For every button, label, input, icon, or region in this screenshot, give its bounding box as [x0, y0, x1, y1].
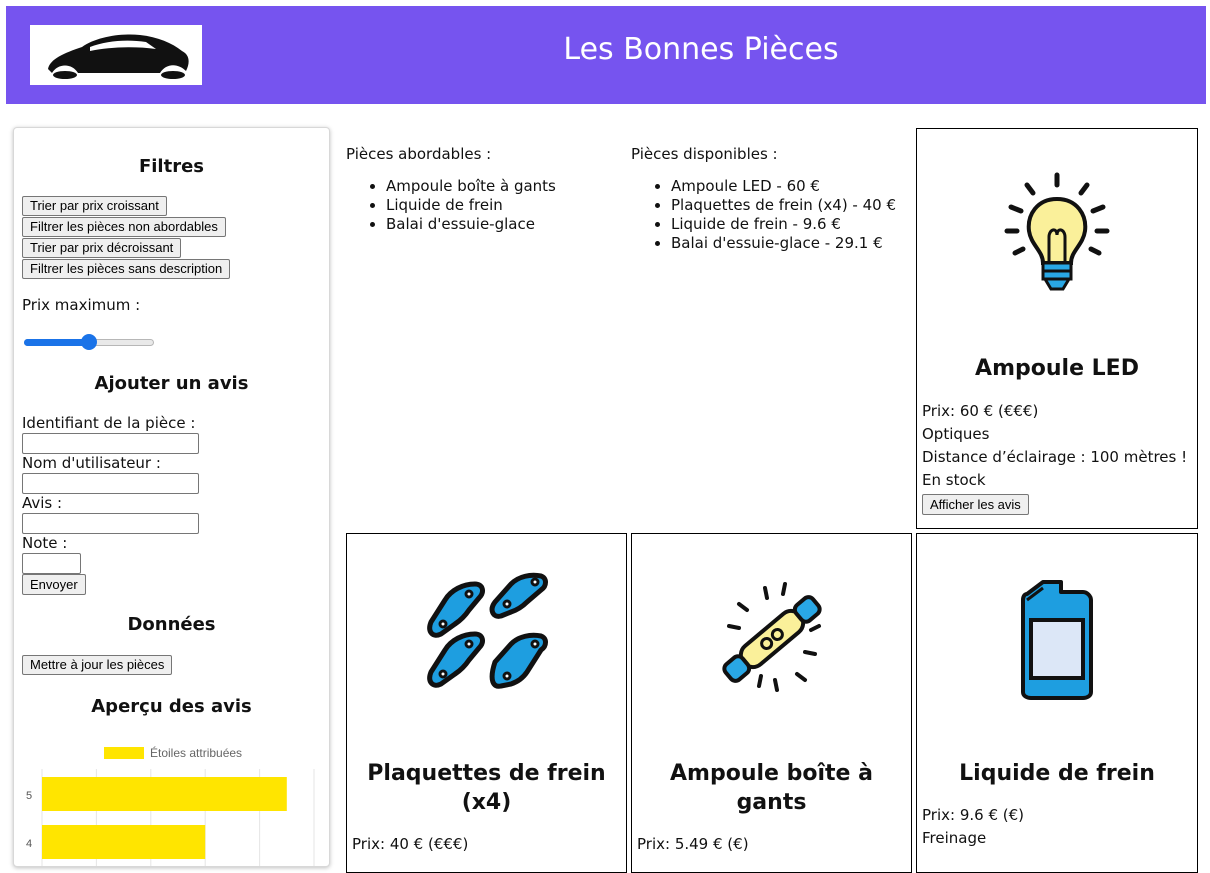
list-item: Liquide de frein - 9.6 € [671, 215, 916, 234]
product-price: Prix: 9.6 € (€) [922, 806, 1024, 824]
list-item: Liquide de frein [386, 196, 616, 215]
product-card-ampoule-led: Ampoule LED Prix: 60 € (€€€) Optiques Di… [916, 128, 1198, 529]
list-item: Ampoule LED - 60 € [671, 177, 916, 196]
brake-pads-icon [426, 572, 548, 689]
list-item: Balai d'essuie-glace [386, 215, 616, 234]
product-card-plaquettes: Plaquettes de frein (x4) Prix: 40 € (€€€… [346, 533, 627, 873]
sidebar: Filtres Trier par prix croissant Filtrer… [13, 127, 330, 867]
rating-label: Note : [22, 534, 68, 552]
product-price: Prix: 5.49 € (€) [637, 835, 749, 853]
available-title: Pièces disponibles : [631, 145, 778, 163]
product-name: Liquide de frein [959, 761, 1155, 786]
tick-label: 4 [26, 838, 32, 850]
reviews-chart: Étoiles attribuées 5 4 [26, 745, 315, 866]
data-title: Données [127, 614, 216, 635]
site-title: Les Bonnes Pièces [563, 32, 839, 67]
fluid-bottle-icon [1021, 580, 1093, 700]
show-reviews-button[interactable]: Afficher les avis [922, 494, 1029, 515]
product-card-liquide: Liquide de frein Prix: 9.6 € (€) Freinag… [916, 533, 1198, 873]
product-price: Prix: 40 € (€€€) [352, 835, 469, 853]
list-item: Ampoule boîte à gants [386, 177, 616, 196]
overview-title: Aperçu des avis [91, 696, 252, 717]
available-list: Pièces disponibles : Ampoule LED - 60 € … [631, 145, 916, 253]
username-input[interactable] [22, 473, 199, 494]
light-bulb-icon [1004, 172, 1110, 291]
list-item: Balai d'essuie-glace - 29.1 € [671, 234, 916, 253]
sort-asc-button[interactable]: Trier par prix croissant [22, 196, 167, 216]
product-stock: En stock [922, 471, 986, 489]
bar-4 [42, 825, 206, 859]
filter-no-description-button[interactable]: Filtrer les pièces sans description [22, 259, 231, 279]
sort-desc-button[interactable]: Trier par prix décroissant [22, 238, 182, 258]
slider-thumb[interactable] [81, 334, 97, 350]
tick-label: 5 [26, 790, 32, 802]
filter-affordable-button[interactable]: Filtrer les pièces non abordables [22, 217, 226, 237]
piece-id-label: Identifiant de la pièce : [22, 414, 196, 432]
price-max-slider[interactable] [24, 334, 154, 350]
legend-label: Étoiles attribuées [150, 745, 242, 760]
product-name: Ampoule LED [975, 356, 1139, 381]
product-description: Distance d’éclairage : 100 mètres ! [922, 448, 1188, 466]
review-input[interactable] [22, 513, 199, 534]
site-header: Les Bonnes Pièces [6, 6, 1206, 104]
price-max-label: Prix maximum : [22, 296, 141, 314]
product-price: Prix: 60 € (€€€) [922, 402, 1039, 420]
review-title: Ajouter un avis [94, 373, 249, 394]
bar-5 [42, 777, 287, 811]
send-button[interactable]: Envoyer [22, 574, 86, 595]
list-item: Plaquettes de frein (x4) - 40 € [671, 196, 916, 215]
update-pieces-button[interactable]: Mettre à jour les pièces [22, 655, 173, 675]
product-category: Freinage [922, 829, 987, 847]
product-name: Ampoule boîte à gants [670, 761, 873, 815]
product-category: Optiques [922, 425, 990, 443]
legend-swatch [104, 747, 144, 759]
review-label: Avis : [22, 494, 63, 512]
rating-input[interactable] [22, 553, 81, 574]
affordable-list: Pièces abordables : Ampoule boîte à gant… [346, 145, 616, 234]
username-label: Nom d'utilisateur : [22, 454, 161, 472]
affordable-title: Pièces abordables : [346, 145, 492, 163]
product-card-ampoule-gants: Ampoule boîte à gants Prix: 5.49 € (€) [631, 533, 912, 873]
piece-id-input[interactable] [22, 433, 199, 454]
product-name: Plaquettes de frein (x4) [367, 761, 606, 815]
glovebox-bulb-icon [721, 582, 822, 692]
filters-title: Filtres [138, 156, 205, 177]
